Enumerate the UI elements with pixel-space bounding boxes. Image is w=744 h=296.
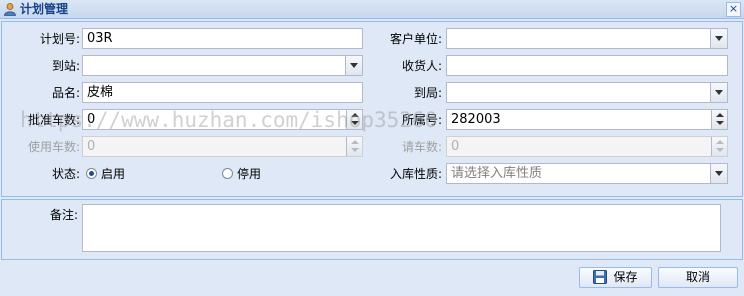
chevron-down-icon	[715, 36, 723, 41]
used-cars-spin-buttons	[346, 137, 362, 156]
status-label: 状态:	[51, 167, 80, 181]
to-station-label: 到站:	[51, 59, 80, 73]
plan-no-input[interactable]: 03R	[82, 28, 363, 49]
spin-down-icon	[351, 148, 359, 152]
spin-down-icon[interactable]	[716, 121, 724, 125]
requested-cars-value: 0	[451, 139, 460, 154]
storage-type-label: 入库性质:	[389, 167, 442, 181]
storage-type-select[interactable]: 请选择入库性质	[446, 163, 728, 184]
storage-type-dropdown-trigger[interactable]	[710, 164, 727, 183]
status-enabled-radio[interactable]: 启用	[86, 165, 125, 183]
used-cars-value: 0	[87, 139, 96, 154]
approved-cars-value: 0	[87, 112, 96, 127]
spin-down-icon	[716, 148, 724, 152]
radio-unchecked-icon[interactable]	[222, 168, 233, 179]
user-icon	[4, 3, 16, 16]
spin-down-icon[interactable]	[351, 121, 359, 125]
belonging-no-spinner[interactable]: 282003	[446, 109, 728, 130]
remark-panel: 备注:	[1, 199, 743, 260]
customer-unit-label: 客户单位:	[389, 32, 442, 46]
storage-type-placeholder: 请选择入库性质	[451, 166, 543, 181]
spin-up-icon	[716, 140, 724, 144]
status-enabled-label: 启用	[101, 167, 126, 181]
status-disabled-radio[interactable]: 停用	[222, 165, 261, 183]
status-disabled-label: 停用	[237, 167, 262, 181]
to-bureau-select[interactable]	[446, 82, 728, 103]
belonging-no-value: 282003	[451, 112, 501, 127]
product-name-input[interactable]: 皮棉	[82, 82, 363, 103]
approved-cars-spin-buttons[interactable]	[346, 110, 362, 129]
spin-up-icon	[351, 140, 359, 144]
spin-up-icon[interactable]	[716, 113, 724, 117]
used-cars-label: 使用车数:	[27, 140, 80, 154]
chevron-down-icon	[715, 90, 723, 95]
requested-cars-spinner: 0	[446, 136, 728, 157]
belonging-no-label: 所属号:	[401, 113, 442, 127]
chevron-down-icon	[715, 171, 723, 176]
to-station-select[interactable]	[82, 55, 363, 76]
plan-no-label: 计划号:	[39, 32, 80, 46]
consignee-input[interactable]	[446, 55, 728, 76]
chevron-down-icon	[350, 63, 358, 68]
window-titlebar: 计划管理 ×	[0, 0, 744, 19]
window-title: 计划管理	[20, 2, 69, 16]
floppy-disk-icon	[593, 270, 608, 284]
remark-label: 备注:	[49, 208, 78, 222]
belonging-no-spin-buttons[interactable]	[711, 110, 727, 129]
approved-cars-spinner[interactable]: 0	[82, 109, 363, 130]
cancel-button[interactable]: 取消	[658, 267, 738, 288]
used-cars-spinner: 0	[82, 136, 363, 157]
save-button-label: 保存	[613, 270, 638, 284]
radio-checked-icon[interactable]	[86, 168, 97, 179]
remark-textarea[interactable]	[82, 204, 721, 252]
close-button[interactable]: ×	[726, 2, 741, 17]
customer-unit-dropdown-trigger[interactable]	[710, 29, 727, 48]
consignee-label: 收货人:	[401, 59, 442, 73]
product-name-label: 品名:	[51, 86, 80, 100]
plan-form: 计划号: 03R 客户单位: 到站: 收货人: 品名: 皮棉 到局: 批准车数:…	[1, 21, 743, 197]
requested-cars-label: 请车数:	[401, 140, 442, 154]
approved-cars-label: 批准车数:	[27, 113, 80, 127]
to-bureau-dropdown-trigger[interactable]	[710, 83, 727, 102]
spin-up-icon[interactable]	[351, 113, 359, 117]
customer-unit-select[interactable]	[446, 28, 728, 49]
requested-cars-spin-buttons	[711, 137, 727, 156]
save-button[interactable]: 保存	[579, 267, 652, 288]
to-station-dropdown-trigger[interactable]	[345, 56, 362, 75]
to-bureau-label: 到局:	[413, 86, 442, 100]
